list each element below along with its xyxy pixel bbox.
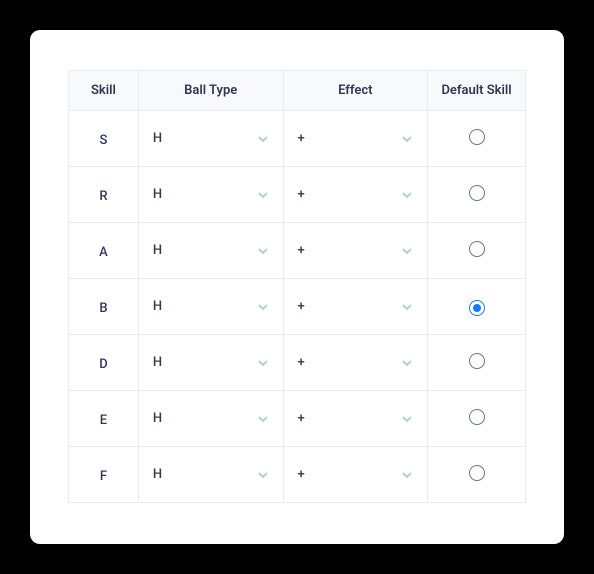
effect-select[interactable]: + bbox=[284, 279, 428, 334]
effect-select[interactable]: + bbox=[284, 223, 428, 278]
header-default-skill: Default Skill bbox=[428, 71, 526, 111]
default-skill-radio[interactable] bbox=[469, 409, 485, 425]
default-skill-radio[interactable] bbox=[469, 300, 485, 316]
effect-select[interactable]: + bbox=[284, 335, 428, 390]
default-skill-radio[interactable] bbox=[469, 465, 485, 481]
ball-type-select[interactable]: H bbox=[139, 335, 283, 390]
ball-type-select[interactable]: H bbox=[139, 279, 283, 334]
ball-type-value: H bbox=[153, 131, 162, 146]
effect-value: + bbox=[298, 243, 305, 258]
ball-type-value: H bbox=[153, 187, 162, 202]
table-row: R H + bbox=[69, 167, 526, 223]
table-row: F H + bbox=[69, 447, 526, 503]
header-skill: Skill bbox=[69, 71, 139, 111]
skill-label: F bbox=[100, 469, 107, 484]
skill-label: B bbox=[99, 301, 107, 316]
ball-type-value: H bbox=[153, 299, 162, 314]
table-row: B H + bbox=[69, 279, 526, 335]
table-row: S H + bbox=[69, 111, 526, 167]
skills-table: Skill Ball Type Effect Default Skill S H +… bbox=[68, 70, 526, 503]
chevron-down-icon bbox=[401, 189, 413, 201]
effect-value: + bbox=[298, 187, 305, 202]
skill-label: A bbox=[99, 245, 108, 260]
effect-value: + bbox=[298, 131, 305, 146]
ball-type-select[interactable]: H bbox=[139, 391, 283, 446]
chevron-down-icon bbox=[401, 357, 413, 369]
chevron-down-icon bbox=[257, 413, 269, 425]
ball-type-value: H bbox=[153, 243, 162, 258]
chevron-down-icon bbox=[257, 469, 269, 481]
chevron-down-icon bbox=[401, 469, 413, 481]
skills-card: Skill Ball Type Effect Default Skill S H +… bbox=[30, 30, 564, 544]
chevron-down-icon bbox=[401, 301, 413, 313]
table-row: D H + bbox=[69, 335, 526, 391]
ball-type-select[interactable]: H bbox=[139, 447, 283, 502]
effect-select[interactable]: + bbox=[284, 447, 428, 502]
chevron-down-icon bbox=[257, 301, 269, 313]
header-effect: Effect bbox=[283, 71, 428, 111]
chevron-down-icon bbox=[257, 357, 269, 369]
chevron-down-icon bbox=[401, 413, 413, 425]
effect-value: + bbox=[298, 299, 305, 314]
default-skill-radio[interactable] bbox=[469, 129, 485, 145]
skill-label: E bbox=[100, 413, 107, 428]
ball-type-select[interactable]: H bbox=[139, 223, 283, 278]
chevron-down-icon bbox=[257, 245, 269, 257]
ball-type-value: H bbox=[153, 467, 162, 482]
header-ball-type: Ball Type bbox=[138, 71, 283, 111]
skill-label: R bbox=[99, 189, 107, 204]
effect-select[interactable]: + bbox=[284, 391, 428, 446]
skill-label: S bbox=[100, 133, 108, 148]
effect-value: + bbox=[298, 467, 305, 482]
effect-select[interactable]: + bbox=[284, 111, 428, 166]
default-skill-radio[interactable] bbox=[469, 185, 485, 201]
default-skill-radio[interactable] bbox=[469, 241, 485, 257]
chevron-down-icon bbox=[401, 245, 413, 257]
effect-select[interactable]: + bbox=[284, 167, 428, 222]
chevron-down-icon bbox=[401, 133, 413, 145]
chevron-down-icon bbox=[257, 189, 269, 201]
radio-dot-icon bbox=[473, 304, 481, 312]
effect-value: + bbox=[298, 411, 305, 426]
table-row: A H + bbox=[69, 223, 526, 279]
ball-type-value: H bbox=[153, 411, 162, 426]
ball-type-select[interactable]: H bbox=[139, 111, 283, 166]
table-row: E H + bbox=[69, 391, 526, 447]
chevron-down-icon bbox=[257, 133, 269, 145]
skill-label: D bbox=[99, 357, 108, 372]
default-skill-radio[interactable] bbox=[469, 353, 485, 369]
effect-value: + bbox=[298, 355, 305, 370]
ball-type-value: H bbox=[153, 355, 162, 370]
ball-type-select[interactable]: H bbox=[139, 167, 283, 222]
